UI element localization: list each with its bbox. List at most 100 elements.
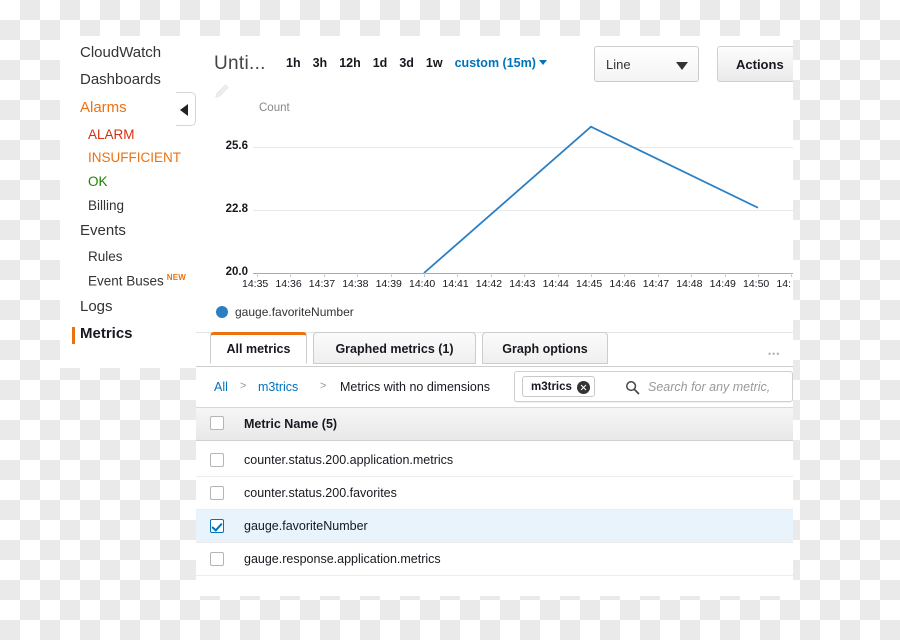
x-tick-label: 14:39 — [375, 278, 402, 290]
main-panel: Unti... 1h 3h 12h 1d 3d 1w custom (15m) Line A… — [196, 36, 793, 596]
x-tick-label: 14: — [776, 278, 791, 290]
tab-label: All metrics — [226, 342, 291, 356]
sidebar-item-label: Event Buses — [88, 273, 164, 289]
metric-name: counter.status.200.application.metrics — [244, 453, 454, 467]
custom-range-button[interactable]: custom (15m) — [455, 56, 536, 70]
sidebar-item-label: Alarms — [80, 99, 127, 116]
sidebar-item-alarms[interactable]: Alarms — [80, 99, 127, 116]
tab-label: Graphed metrics (1) — [335, 342, 454, 356]
search-input[interactable]: Search for any metric, — [648, 380, 770, 394]
row-checkbox[interactable] — [210, 519, 224, 533]
metric-graph[interactable]: 25.6 22.8 20.0 Count 14:35 14:36 14:37 14:38 1… — [196, 98, 793, 290]
table-header-row: Metric Name (5) — [196, 407, 793, 441]
cloudwatch-console: CloudWatch Dashboards Alarms ALARM INSUFFICI… — [0, 0, 900, 640]
sidebar-collapse-button[interactable] — [176, 92, 196, 126]
x-tick-label: 14:50 — [743, 278, 770, 290]
chart-type-select[interactable]: Line — [594, 46, 699, 82]
metric-name: gauge.favoriteNumber — [244, 519, 368, 533]
sidebar-item-logs[interactable]: Logs — [80, 298, 113, 315]
sidebar-item-alarm[interactable]: ALARM — [88, 127, 135, 142]
time-range-1w[interactable]: 1w — [426, 56, 443, 70]
y-tick-label: 20.0 — [225, 266, 248, 278]
sidebar-item-cloudwatch[interactable]: CloudWatch — [80, 44, 161, 61]
x-tick — [724, 273, 726, 277]
tab-graphed-metrics-1-[interactable]: Graphed metrics (1) — [313, 332, 476, 364]
x-tick-label: 14:40 — [409, 278, 436, 290]
sidebar-item-label: Dashboards — [80, 71, 161, 88]
x-tick-label: 14:48 — [676, 278, 703, 290]
sidebar-item-label: Rules — [88, 249, 123, 264]
x-tick — [390, 273, 392, 277]
table-row[interactable]: counter.status.200.application.metrics — [196, 444, 793, 477]
row-checkbox[interactable] — [210, 453, 224, 467]
metric-name: counter.status.200.favorites — [244, 486, 397, 500]
chart-type-value: Line — [606, 57, 631, 72]
time-range-1d[interactable]: 1d — [373, 56, 388, 70]
series-line — [423, 125, 759, 274]
sidebar-active-indicator — [72, 327, 75, 344]
row-checkbox[interactable] — [210, 486, 224, 500]
legend-color-swatch — [216, 306, 228, 318]
tab-label: Graph options — [502, 342, 588, 356]
x-tick — [357, 273, 359, 277]
select-all-checkbox[interactable] — [210, 416, 224, 430]
tab-graph-options[interactable]: Graph options — [482, 332, 608, 364]
sidebar-item-events[interactable]: Events — [80, 222, 126, 239]
x-tick — [457, 273, 459, 277]
chevron-left-icon — [180, 104, 188, 116]
sidebar-item-insufficient[interactable]: INSUFFICIENT — [88, 150, 181, 165]
breadcrumb-item[interactable]: m3trics — [258, 380, 298, 394]
y-axis: 25.6 22.8 20.0 — [206, 98, 248, 288]
table-row[interactable]: gauge.favoriteNumber — [196, 510, 793, 543]
time-range-3h[interactable]: 3h — [313, 56, 328, 70]
sidebar-item-ok[interactable]: OK — [88, 174, 108, 189]
time-range-selector: 1h 3h 12h 1d 3d 1w custom (15m) — [286, 56, 547, 70]
time-range-12h[interactable]: 12h — [339, 56, 361, 70]
chevron-down-icon — [676, 62, 688, 70]
x-tick — [791, 273, 793, 277]
sidebar-item-label: ALARM — [88, 127, 135, 142]
sidebar: CloudWatch Dashboards Alarms ALARM INSUFFICI… — [60, 36, 196, 368]
x-tick-label: 14:42 — [475, 278, 503, 290]
breadcrumb-separator: > — [240, 380, 247, 392]
graph-toolbar: Unti... 1h 3h 12h 1d 3d 1w custom (15m) Line A… — [196, 36, 793, 98]
sidebar-item-dashboards[interactable]: Dashboards — [80, 71, 161, 88]
plot-area: Count — [253, 98, 793, 288]
breadcrumb-separator: > — [320, 380, 327, 392]
graph-title[interactable]: Unti... — [214, 53, 266, 75]
x-tick-label: 14:47 — [642, 278, 670, 290]
x-tick-label: 14:38 — [342, 278, 369, 290]
breadcrumb-item[interactable]: All — [214, 380, 228, 394]
x-tick-label: 14:36 — [275, 278, 302, 290]
sidebar-item-event-buses[interactable]: Event Buses NEW — [88, 273, 186, 289]
caret-down-icon[interactable] — [538, 60, 547, 65]
metric-name: gauge.response.application.metrics — [244, 552, 441, 566]
column-header-metric-name: Metric Name (5) — [244, 417, 338, 431]
sidebar-item-rules[interactable]: Rules — [88, 249, 123, 264]
sidebar-item-billing[interactable]: Billing — [88, 198, 124, 213]
x-tick — [524, 273, 526, 277]
sidebar-item-label: OK — [88, 174, 108, 189]
time-range-1h[interactable]: 1h — [286, 56, 301, 70]
x-tick — [691, 273, 693, 277]
x-tick-label: 14:45 — [576, 278, 603, 290]
close-icon[interactable] — [576, 381, 590, 394]
actions-button[interactable]: Actions — [717, 46, 793, 82]
sidebar-item-label: Logs — [80, 298, 113, 315]
sidebar-item-metrics[interactable]: Metrics — [80, 325, 133, 342]
y-tick-label: 25.6 — [225, 140, 248, 152]
table-row[interactable]: gauge.response.application.metrics — [196, 543, 793, 576]
row-checkbox[interactable] — [210, 552, 224, 566]
table-row[interactable]: counter.status.200.favorites — [196, 477, 793, 510]
search-token-label: m3trics — [531, 381, 572, 393]
metric-search-box[interactable]: m3trics Search for any metric, — [514, 371, 793, 402]
tab-all-metrics[interactable]: All metrics — [210, 332, 307, 364]
sidebar-item-label: INSUFFICIENT — [88, 150, 181, 165]
breadcrumb-item: Metrics with no dimensions — [340, 380, 491, 394]
search-token[interactable]: m3trics — [522, 376, 595, 397]
time-range-3d[interactable]: 3d — [399, 56, 414, 70]
x-tick-label: 14:41 — [442, 278, 469, 290]
x-tick — [323, 273, 325, 277]
x-axis-labels: 14:35 14:36 14:37 14:38 14:39 14:40 14:41 14:42… — [242, 278, 793, 296]
y-tick-label: 22.8 — [225, 203, 248, 215]
